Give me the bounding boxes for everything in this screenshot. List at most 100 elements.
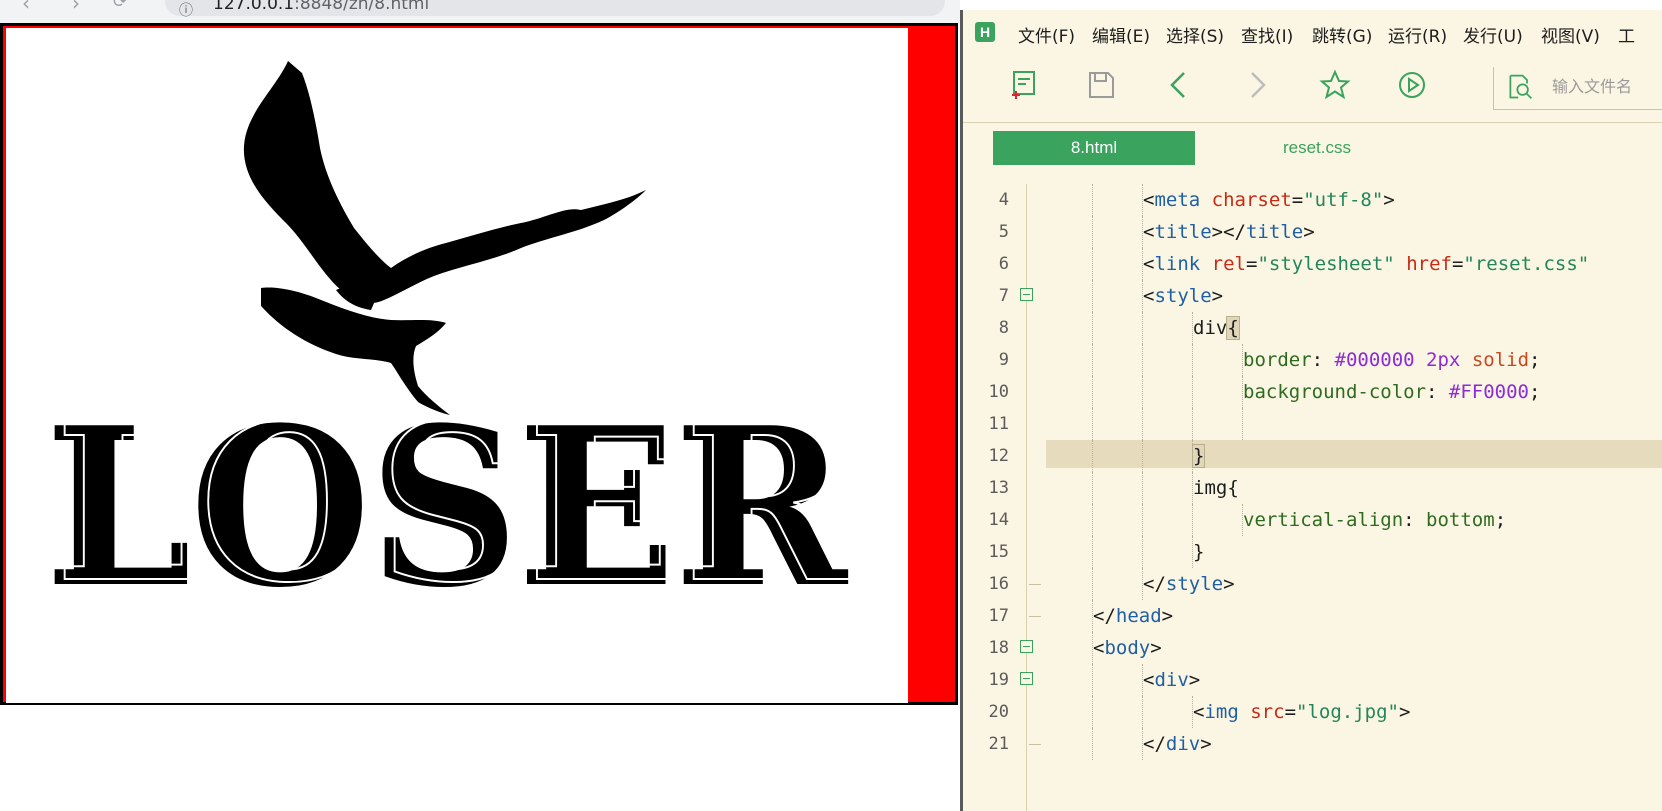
code-line[interactable]: 11 xyxy=(963,408,1662,440)
back-icon[interactable]: ‹ xyxy=(22,0,30,15)
line-number: 4 xyxy=(998,190,1009,210)
code-line[interactable]: 12} xyxy=(963,440,1662,472)
site-info-icon[interactable]: ⓘ xyxy=(179,0,193,20)
menu-edit[interactable]: 编辑(E) xyxy=(1092,22,1150,47)
indent-guide xyxy=(1142,344,1143,376)
code-token: = xyxy=(1451,253,1464,275)
code-line[interactable]: 20 <img src="log.jpg"> xyxy=(963,696,1662,728)
code-token: meta xyxy=(1154,189,1201,211)
code-area[interactable]: 4 <meta charset="utf-8"> 5 <title></title> 6… xyxy=(963,184,1662,811)
code-text: <div> xyxy=(1143,664,1200,696)
fold-toggle-icon[interactable] xyxy=(1020,288,1033,301)
code-token: #FF0000 xyxy=(1448,381,1529,403)
line-number: 21 xyxy=(988,734,1009,754)
fold-end-marker xyxy=(1029,584,1041,585)
code-token: style xyxy=(1165,573,1224,595)
tab-reset-css[interactable]: reset.css xyxy=(1217,131,1417,165)
fold-end-marker xyxy=(1029,744,1041,745)
menu-file[interactable]: 文件(F) xyxy=(1018,22,1075,47)
code-text: img{ xyxy=(1193,472,1239,504)
code-line[interactable]: 5 <title></title> xyxy=(963,216,1662,248)
menu-goto[interactable]: 跳转(G) xyxy=(1312,22,1372,47)
code-token: ; xyxy=(1494,509,1507,531)
indent-guide xyxy=(1092,568,1093,600)
line-number: 7 xyxy=(998,286,1009,306)
indent-guide xyxy=(1092,728,1093,760)
code-line[interactable]: 17 </head> xyxy=(963,600,1662,632)
code-token: > xyxy=(1200,733,1212,755)
back-arrow-icon[interactable] xyxy=(1163,69,1195,101)
indent-guide xyxy=(1192,376,1193,408)
forward-icon[interactable]: › xyxy=(72,0,80,15)
menu-view[interactable]: 视图(V) xyxy=(1541,22,1600,47)
line-number: 9 xyxy=(998,350,1009,370)
file-search-icon[interactable] xyxy=(1506,73,1534,101)
code-line[interactable]: 16 </style> xyxy=(963,568,1662,600)
code-token: div xyxy=(1154,669,1189,691)
address-text[interactable]: 127.0.0.1:8848/zh/8.html xyxy=(213,0,429,14)
indent-guide xyxy=(1092,536,1093,568)
star-icon[interactable] xyxy=(1319,69,1351,101)
code-token: head xyxy=(1115,605,1162,627)
line-number: 11 xyxy=(988,414,1009,434)
code-token: #000000 2px xyxy=(1334,349,1461,371)
code-line[interactable]: 10 background-color: #FF0000; xyxy=(963,376,1662,408)
code-line[interactable]: 19 <div> xyxy=(963,664,1662,696)
code-token: < xyxy=(1193,701,1205,723)
code-line[interactable]: 9 border: #000000 2px solid; xyxy=(963,344,1662,376)
menu-publish[interactable]: 发行(U) xyxy=(1463,22,1523,47)
code-line[interactable]: 6 <link rel="stylesheet" href="reset.css" xyxy=(963,248,1662,280)
code-token: vertical-align xyxy=(1243,509,1404,531)
code-line[interactable]: 13 img{ xyxy=(963,472,1662,504)
code-text: <body> xyxy=(1093,632,1162,664)
code-token: = xyxy=(1246,253,1258,275)
code-line[interactable]: 8 div{ xyxy=(963,312,1662,344)
code-token: title xyxy=(1154,221,1212,243)
code-line[interactable]: 18 <body> xyxy=(963,632,1662,664)
indent-guide xyxy=(1142,376,1143,408)
fold-toggle-icon[interactable] xyxy=(1020,672,1033,685)
new-file-icon[interactable] xyxy=(1008,69,1040,101)
indent-guide xyxy=(1092,440,1093,472)
indent-guide xyxy=(1092,184,1093,216)
url-host: 127.0.0.1 xyxy=(213,0,295,14)
file-search-input[interactable] xyxy=(1552,75,1662,97)
menu-select[interactable]: 选择(S) xyxy=(1166,22,1224,47)
address-bar[interactable]: ⓘ 127.0.0.1:8848/zh/8.html xyxy=(165,0,945,19)
indent-guide xyxy=(1092,408,1093,440)
code-token: "utf-8" xyxy=(1303,189,1384,211)
code-token: < xyxy=(1093,637,1105,659)
eagle-silhouette-icon xyxy=(243,61,646,415)
code-line[interactable]: 7 <style> xyxy=(963,280,1662,312)
menu-tools[interactable]: 工 xyxy=(1618,22,1635,47)
tab-8-html[interactable]: 8.html xyxy=(993,131,1195,165)
indent-guide xyxy=(1092,248,1093,280)
code-line[interactable]: 4 <meta charset="utf-8"> xyxy=(963,184,1662,216)
save-icon[interactable] xyxy=(1085,69,1117,101)
code-line[interactable]: 21 </div> xyxy=(963,728,1662,760)
code-line[interactable]: 15} xyxy=(963,536,1662,568)
menu-run[interactable]: 运行(R) xyxy=(1388,22,1447,47)
forward-arrow-icon[interactable] xyxy=(1241,69,1273,101)
code-token: rel xyxy=(1211,253,1246,275)
code-token: } xyxy=(1193,541,1205,563)
file-search-box xyxy=(1493,67,1662,110)
fold-toggle-icon[interactable] xyxy=(1020,640,1033,653)
run-icon[interactable] xyxy=(1396,69,1428,101)
eagle-logo-graphic: LOSER LOSER xyxy=(45,61,857,635)
indent-guide xyxy=(1092,696,1093,728)
reload-icon[interactable]: ⟳ xyxy=(113,0,127,12)
code-text: </head> xyxy=(1093,600,1173,632)
line-number: 15 xyxy=(988,542,1009,562)
menu-find[interactable]: 查找(I) xyxy=(1241,22,1293,47)
code-line[interactable]: 14 vertical-align: bottom; xyxy=(963,504,1662,536)
code-token: border xyxy=(1243,349,1312,371)
indent-guide xyxy=(1092,344,1093,376)
code-token: img xyxy=(1193,477,1228,499)
code-token: div xyxy=(1193,317,1228,339)
code-token: bottom xyxy=(1426,509,1495,531)
code-token: = xyxy=(1284,701,1297,723)
indent-guide xyxy=(1142,504,1143,536)
indent-guide xyxy=(1142,440,1143,472)
